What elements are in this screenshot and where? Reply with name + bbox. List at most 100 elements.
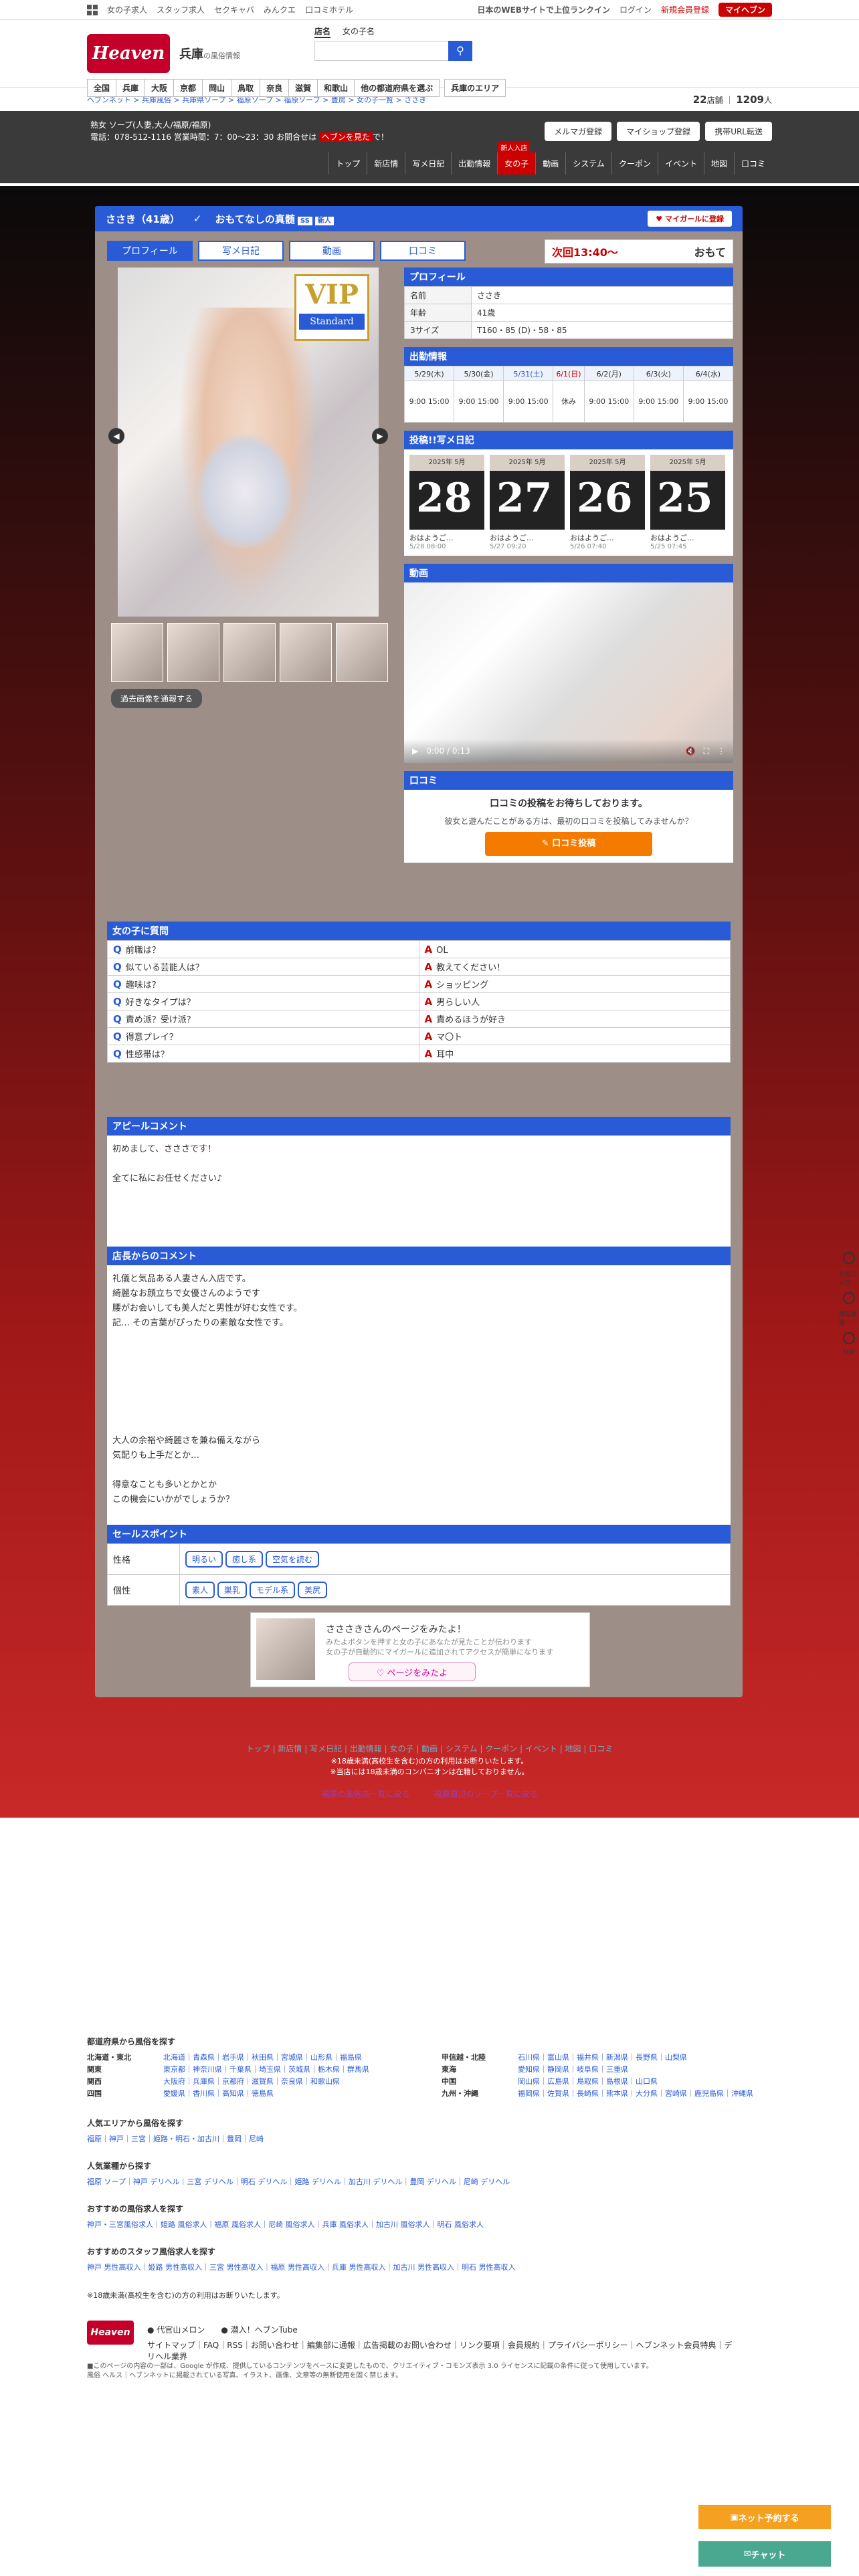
mute-icon[interactable]: 🔇 — [686, 746, 696, 756]
popular-area-links[interactable]: 福原｜神戸｜三宮｜姫路・明石・加古川｜豊岡｜尼崎 — [87, 2133, 772, 2145]
prev-photo-icon[interactable]: ◀ — [108, 428, 124, 444]
area-links[interactable]: 大阪府｜兵庫県｜京都府｜滋賀県｜奈良県｜和歌山県 — [163, 2076, 340, 2088]
register-link[interactable]: 新規会員登録 — [661, 4, 709, 15]
region-nav-item[interactable]: 兵庫 — [116, 79, 146, 97]
shop-nav-item[interactable]: トップ — [328, 152, 367, 175]
region-nav-item[interactable]: 鳥取 — [231, 79, 261, 97]
photo-thumb[interactable] — [223, 623, 276, 682]
shop-nav-item[interactable]: 新店情 — [367, 152, 405, 175]
myshop-button[interactable]: マイショップ登録 — [617, 122, 700, 141]
next-photo-icon[interactable]: ▶ — [372, 428, 388, 444]
shop-nav-item[interactable]: 動画 — [535, 152, 565, 175]
diary-item[interactable]: 2025年 5月 28 おはようご... 5/28 08:00 — [409, 455, 484, 550]
region-nav-item[interactable]: 京都 — [173, 79, 203, 97]
review-post-button[interactable]: ✎ 口コミ投稿 — [485, 832, 652, 856]
tab-review[interactable]: 口コミ — [380, 241, 466, 261]
staff-job-links[interactable]: 神戸 男性高収入｜姫路 男性高収入｜三宮 男性高収入｜福原 男性高収入｜兵庫 男… — [87, 2262, 772, 2274]
tab-profile[interactable]: プロフィール — [107, 241, 193, 261]
top-link[interactable]: 口コミホテル — [305, 4, 353, 15]
tab-diary[interactable]: 写メ日記 — [198, 241, 284, 261]
footer-nav-item[interactable]: クーポン — [485, 1744, 517, 1753]
mobile-url-button[interactable]: 携帯URL転送 — [705, 122, 772, 141]
shop-nav-item-girls[interactable]: 新人入店 女の子 — [497, 142, 536, 175]
region-nav-item[interactable]: 岡山 — [202, 79, 232, 97]
shop-nav-item[interactable]: クーポン — [611, 152, 658, 175]
area-links[interactable]: 愛知県｜静岡県｜岐阜県｜三重県 — [518, 2064, 628, 2076]
diary-item[interactable]: 2025年 5月 25 おはようご... 5/25 07:45 — [650, 455, 725, 550]
play-icon[interactable]: ▶ — [412, 746, 418, 756]
back-list-link[interactable]: 福原周辺のソープ一覧に戻る — [434, 1790, 537, 1799]
grid-menu-icon[interactable] — [87, 4, 98, 15]
login-link[interactable]: ログイン — [619, 4, 652, 15]
shop-nav-item[interactable]: イベント — [657, 152, 704, 175]
footer-nav-item[interactable]: 新店情 — [278, 1744, 302, 1753]
shop-nav-item[interactable]: 写メ日記 — [405, 152, 451, 175]
history-icon[interactable] — [843, 1292, 855, 1304]
sns-link[interactable]: 代官山メロン — [157, 2325, 205, 2335]
footer-nav-item[interactable]: トップ — [246, 1744, 270, 1753]
photo-thumb[interactable] — [111, 623, 163, 682]
region-nav-item[interactable]: 他の都道府県を選ぶ — [354, 79, 440, 97]
photo-thumb[interactable] — [280, 623, 332, 682]
sns-link[interactable]: 潜入！ヘブンTube — [231, 2325, 298, 2335]
top-link[interactable]: みんクエ — [264, 4, 296, 15]
shop-nav-item[interactable]: システム — [565, 152, 611, 175]
footer-nav-item[interactable]: システム — [446, 1744, 478, 1753]
diary-item[interactable]: 2025年 5月 26 おはようご... 5/26 07:40 — [570, 455, 645, 550]
back-list-link[interactable]: 福原の風俗店一覧に戻る — [321, 1790, 409, 1799]
region-nav-item[interactable]: 兵庫のエリア — [444, 79, 506, 97]
footer-nav-item[interactable]: 女の子 — [389, 1744, 413, 1753]
footer-nav-item[interactable]: 出勤情報 — [350, 1744, 382, 1753]
girl-unit: 人 — [763, 95, 772, 105]
diary-item[interactable]: 2025年 5月 27 おはようご... 5/27 09:20 — [490, 455, 565, 550]
chat-button[interactable]: ✉ チャット — [698, 2541, 831, 2567]
shop-nav-item[interactable]: 口コミ — [733, 152, 772, 175]
area-links[interactable]: 東京都｜神奈川県｜千葉県｜埼玉県｜茨城県｜栃木県｜群馬県 — [163, 2064, 369, 2076]
top-link[interactable]: 女の子求人 — [107, 4, 147, 15]
region-nav-item[interactable]: 滋賀 — [288, 79, 318, 97]
footer-nav-item[interactable]: 写メ日記 — [310, 1744, 342, 1753]
footer-link-list[interactable]: サイトマップ｜FAQ｜RSS｜お問い合わせ｜編集部に通報｜広告掲載のお問い合わせ… — [147, 2339, 736, 2362]
mailmag-button[interactable]: メルマガ登録 — [545, 122, 612, 141]
mygirl-button[interactable]: ♥ マイガールに登録 — [648, 211, 732, 227]
net-reserve-button[interactable]: ▣ ネット予約する — [698, 2505, 831, 2529]
report-photo-button[interactable]: 過去画像を通報する — [111, 689, 203, 708]
footer-nav-item[interactable]: イベント — [525, 1744, 557, 1753]
job-links[interactable]: 神戸・三宮風俗求人｜姫路 風俗求人｜福原 風俗求人｜尼崎 風俗求人｜兵庫 風俗求… — [87, 2219, 772, 2231]
search-button[interactable]: ⚲ — [448, 41, 472, 61]
footer-nav-item[interactable]: 口コミ — [589, 1744, 613, 1753]
main-photo[interactable]: VIP Standard — [118, 267, 379, 617]
top-link[interactable]: スタッフ求人 — [157, 4, 205, 15]
popular-genre-links[interactable]: 福原 ソープ｜神戸 デリヘル｜三宮 デリヘル｜明石 デリヘル｜姫路 デリヘル｜加… — [87, 2176, 772, 2188]
footer-nav-item[interactable]: 地図 — [565, 1744, 581, 1753]
search-tab-girl[interactable]: 女の子名 — [343, 25, 375, 38]
area-links[interactable]: 北海道｜青森県｜岩手県｜秋田県｜宮城県｜山形県｜福島県 — [163, 2052, 362, 2064]
site-logo[interactable]: Heaven — [87, 34, 170, 73]
tab-video[interactable]: 動画 — [289, 241, 375, 261]
area-links[interactable]: 愛媛県｜香川県｜高知県｜徳島県 — [163, 2088, 274, 2100]
region-nav-item[interactable]: 奈良 — [260, 79, 290, 97]
fullscreen-icon[interactable]: ⛶ — [704, 746, 709, 756]
video-player[interactable]: ▶ 0:00 / 0:13 🔇 ⛶ ⋮ — [404, 582, 733, 763]
footer-nav-item[interactable]: 動画 — [421, 1744, 438, 1753]
photo-thumb[interactable] — [167, 623, 219, 682]
area-links[interactable]: 岡山県｜広島県｜鳥取県｜島根県｜山口県 — [518, 2076, 658, 2088]
top-icon[interactable] — [843, 1332, 855, 1344]
region-nav-item[interactable]: 全国 — [87, 79, 117, 97]
my-heaven-button[interactable]: マイヘブン — [718, 3, 772, 17]
more-icon[interactable]: ⋮ — [717, 746, 725, 756]
top-link[interactable]: セクキャバ — [214, 4, 254, 15]
favorite-icon[interactable] — [843, 1252, 855, 1264]
region-nav-item[interactable]: 和歌山 — [317, 79, 355, 97]
photo-thumb[interactable] — [336, 623, 388, 682]
footer-logo[interactable]: Heaven — [87, 2321, 134, 2345]
area-links[interactable]: 福岡県｜佐賀県｜長崎県｜熊本県｜大分県｜宮崎県｜鹿児島県｜沖縄県 — [518, 2088, 753, 2100]
shop-nav-item[interactable]: 出勤情報 — [451, 152, 497, 175]
mitayo-button[interactable]: ♡ ページをみたよ — [349, 1662, 476, 1681]
region-nav-item[interactable]: 大阪 — [145, 79, 175, 97]
shop-nav-item[interactable]: 地図 — [703, 152, 734, 175]
area-links[interactable]: 石川県｜富山県｜福井県｜新潟県｜長野県｜山梨県 — [518, 2052, 687, 2064]
search-tab-shop[interactable]: 店名 — [314, 25, 331, 38]
diary-caption: おはようご... — [570, 534, 614, 542]
search-input[interactable] — [314, 41, 448, 61]
